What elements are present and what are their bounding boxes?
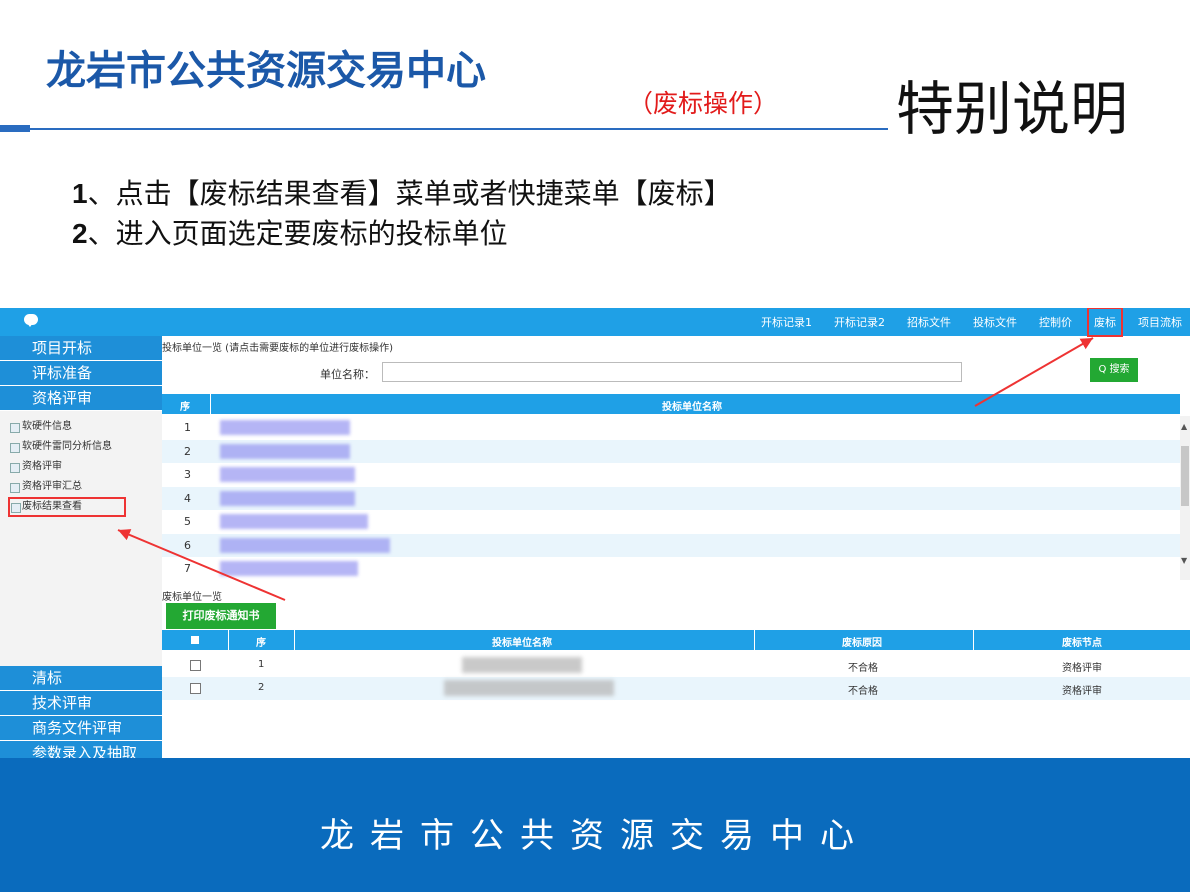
footer-band: 龙岩市公共资源交易中心	[0, 758, 1190, 892]
arrow-to-void-menu	[117, 529, 286, 601]
special-note-heading: 特别说明	[896, 75, 1129, 143]
instruction-2: 2、进入页面选定要废标的投标单位	[72, 212, 508, 252]
instruction-2-text: 、进入页面选定要废标的投标单位	[87, 217, 508, 250]
instruction-1: 1、点击【废标结果查看】菜单或者快捷菜单【废标】	[72, 172, 732, 212]
slide-title: 龙岩市公共资源交易中心	[46, 48, 486, 94]
instruction-1-num: 1	[72, 178, 88, 209]
annotation-arrows	[117, 337, 1094, 601]
title-rule	[28, 128, 888, 130]
title-mark	[0, 125, 30, 132]
app-screenshot: 开标记录1 开标记录2 招标文件 投标文件 控制价 废标 项目流标 项目开标 评…	[0, 308, 1190, 758]
slide-subtitle: （废标操作）	[628, 89, 779, 118]
arrow-to-void-nav	[974, 337, 1094, 407]
footer-title: 龙岩市公共资源交易中心	[320, 816, 870, 856]
instruction-1-text: 、点击【废标结果查看】菜单或者快捷菜单【废标】	[87, 177, 732, 210]
instruction-2-num: 2	[72, 218, 88, 249]
